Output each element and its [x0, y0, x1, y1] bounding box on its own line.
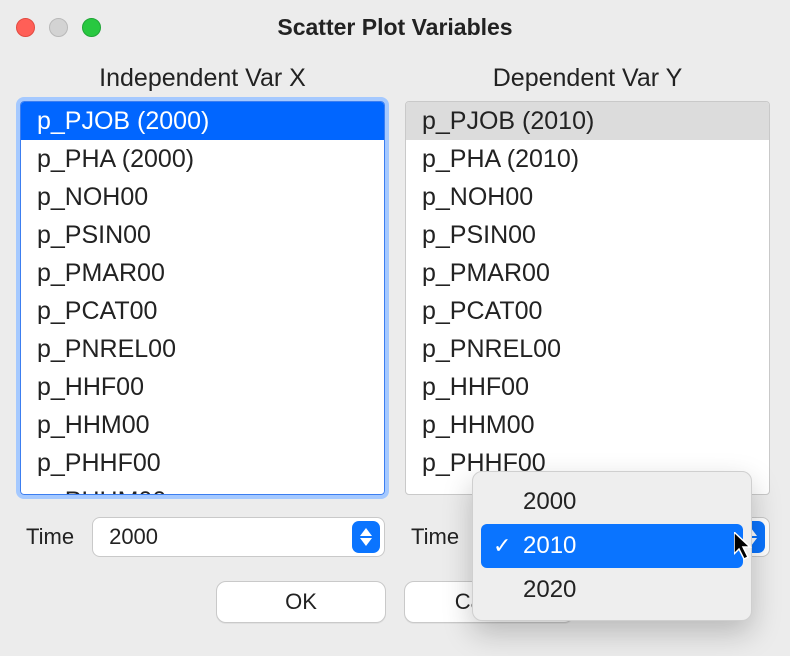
list-item[interactable]: p_PSIN00	[21, 216, 384, 254]
y-heading: Dependent Var Y	[493, 64, 683, 93]
list-item[interactable]: p_PJOB (2010)	[406, 102, 769, 140]
x-time-label: Time	[26, 524, 74, 550]
x-time-value: 2000	[109, 524, 158, 550]
minimize-window-button	[49, 18, 68, 37]
list-item[interactable]: p_PHHF00	[21, 444, 384, 482]
list-item[interactable]: p_HHM00	[21, 406, 384, 444]
y-time-popup-menu[interactable]: 2000 ✓ 2010 2020	[472, 471, 752, 621]
list-item[interactable]: p_PCAT00	[406, 292, 769, 330]
list-item[interactable]: p_PNREL00	[21, 330, 384, 368]
menu-item[interactable]: ✓ 2010	[481, 524, 743, 568]
list-item[interactable]: p_HHF00	[406, 368, 769, 406]
list-item[interactable]: p_PMAR00	[406, 254, 769, 292]
list-item[interactable]: p_HHM00	[406, 406, 769, 444]
x-time-select[interactable]: 2000	[92, 517, 385, 557]
x-heading: Independent Var X	[99, 64, 306, 93]
list-item[interactable]: p_PSIN00	[406, 216, 769, 254]
chevron-up-down-icon	[352, 521, 380, 553]
y-time-label: Time	[411, 524, 459, 550]
x-time-row: Time 2000	[20, 517, 385, 557]
list-item[interactable]: p_PNREL00	[406, 330, 769, 368]
zoom-window-button[interactable]	[82, 18, 101, 37]
list-item[interactable]: p_PHA (2000)	[21, 140, 384, 178]
menu-item-label: 2020	[523, 576, 576, 603]
menu-item-label: 2000	[523, 488, 576, 515]
ok-button[interactable]: OK	[216, 581, 386, 623]
menu-item-label: 2010	[523, 532, 576, 559]
close-window-button[interactable]	[16, 18, 35, 37]
menu-item[interactable]: 2020	[481, 568, 743, 612]
x-variable-listbox[interactable]: p_PJOB (2000)p_PHA (2000)p_NOH00p_PSIN00…	[20, 101, 385, 495]
list-item[interactable]: p_NOH00	[21, 178, 384, 216]
check-icon: ✓	[493, 530, 511, 562]
y-variable-listbox[interactable]: p_PJOB (2010)p_PHA (2010)p_NOH00p_PSIN00…	[405, 101, 770, 495]
list-item[interactable]: p_NOH00	[406, 178, 769, 216]
x-variable-panel: Independent Var X p_PJOB (2000)p_PHA (20…	[20, 64, 385, 557]
list-item[interactable]: p_PCAT00	[21, 292, 384, 330]
traffic-lights	[16, 18, 101, 37]
list-item[interactable]: p_PHA (2010)	[406, 140, 769, 178]
list-item[interactable]: p_PMAR00	[21, 254, 384, 292]
titlebar	[0, 0, 790, 54]
list-item[interactable]: p_PJOB (2000)	[21, 102, 384, 140]
list-item[interactable]: p_PHHM00	[21, 482, 384, 495]
list-item[interactable]: p_HHF00	[21, 368, 384, 406]
menu-item[interactable]: 2000	[481, 480, 743, 524]
